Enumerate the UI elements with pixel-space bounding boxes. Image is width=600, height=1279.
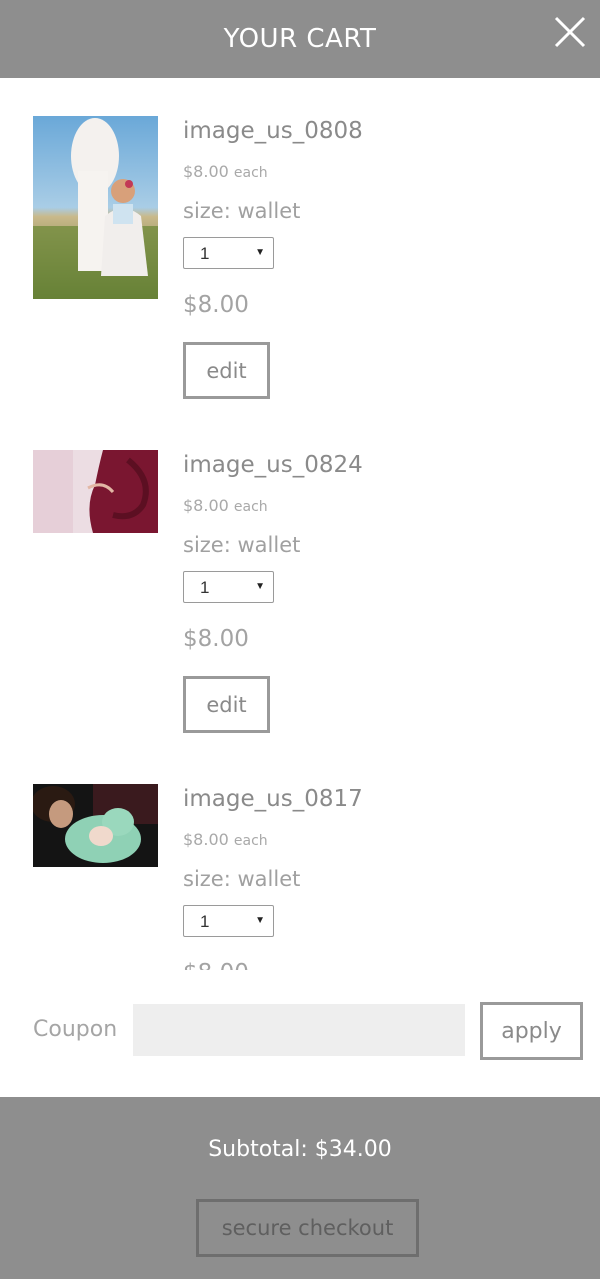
line-total: $8.00 [183,960,249,970]
item-name: image_us_0808 [183,118,363,144]
size-value: wallet [237,867,301,891]
dropdown-arrow-icon: ▼ [255,247,265,258]
subtotal: Subtotal: $34.00 [0,1137,600,1162]
line-total: $8.00 [183,292,249,318]
line-total: $8.00 [183,626,249,652]
quantity-select[interactable]: 1 ▼ [183,571,274,603]
secure-checkout-button[interactable]: secure checkout [196,1199,419,1257]
dropdown-arrow-icon: ▼ [255,581,265,592]
cart-header: YOUR CART [0,0,600,78]
size-label: size: [183,867,231,891]
item-size: size: wallet [183,867,300,891]
unit-price-value: $8.00 [183,162,229,181]
size-value: wallet [237,199,301,223]
unit-price-value: $8.00 [183,496,229,515]
cart-footer: Subtotal: $34.00 secure checkout [0,1097,600,1279]
item-name: image_us_0817 [183,786,363,812]
close-icon[interactable] [554,16,586,48]
dropdown-arrow-icon: ▼ [255,915,265,926]
unit-price-each: each [233,165,268,181]
coupon-input[interactable] [133,1004,465,1056]
cart-item: image_us_0808 $8.00 each size: wallet 1 … [0,78,600,412]
edit-button[interactable]: edit [183,342,270,399]
item-name: image_us_0824 [183,452,363,478]
product-thumbnail[interactable] [33,784,158,867]
product-thumbnail[interactable] [33,116,158,299]
subtotal-label: Subtotal: [208,1137,308,1162]
unit-price: $8.00 each [183,162,268,181]
coupon-label: Coupon [33,1017,118,1042]
unit-price: $8.00 each [183,830,268,849]
unit-price-each: each [233,833,268,849]
item-size: size: wallet [183,199,300,223]
cart-title: YOUR CART [223,24,377,54]
edit-button[interactable]: edit [183,676,270,733]
quantity-select[interactable]: 1 ▼ [183,905,274,937]
quantity-select[interactable]: 1 ▼ [183,237,274,269]
apply-coupon-button[interactable]: apply [480,1002,583,1060]
product-thumbnail[interactable] [33,450,158,533]
unit-price-value: $8.00 [183,830,229,849]
size-label: size: [183,533,231,557]
cart-item: image_us_0817 $8.00 each size: wallet 1 … [0,746,600,970]
quantity-value: 1 [200,912,210,931]
size-label: size: [183,199,231,223]
unit-price: $8.00 each [183,496,268,515]
item-size: size: wallet [183,533,300,557]
subtotal-value: $34.00 [314,1137,392,1162]
unit-price-each: each [233,499,268,515]
quantity-value: 1 [200,244,210,263]
cart-item: image_us_0824 $8.00 each size: wallet 1 … [0,412,600,746]
cart-items-list[interactable]: image_us_0808 $8.00 each size: wallet 1 … [0,78,600,970]
size-value: wallet [237,533,301,557]
quantity-value: 1 [200,578,210,597]
